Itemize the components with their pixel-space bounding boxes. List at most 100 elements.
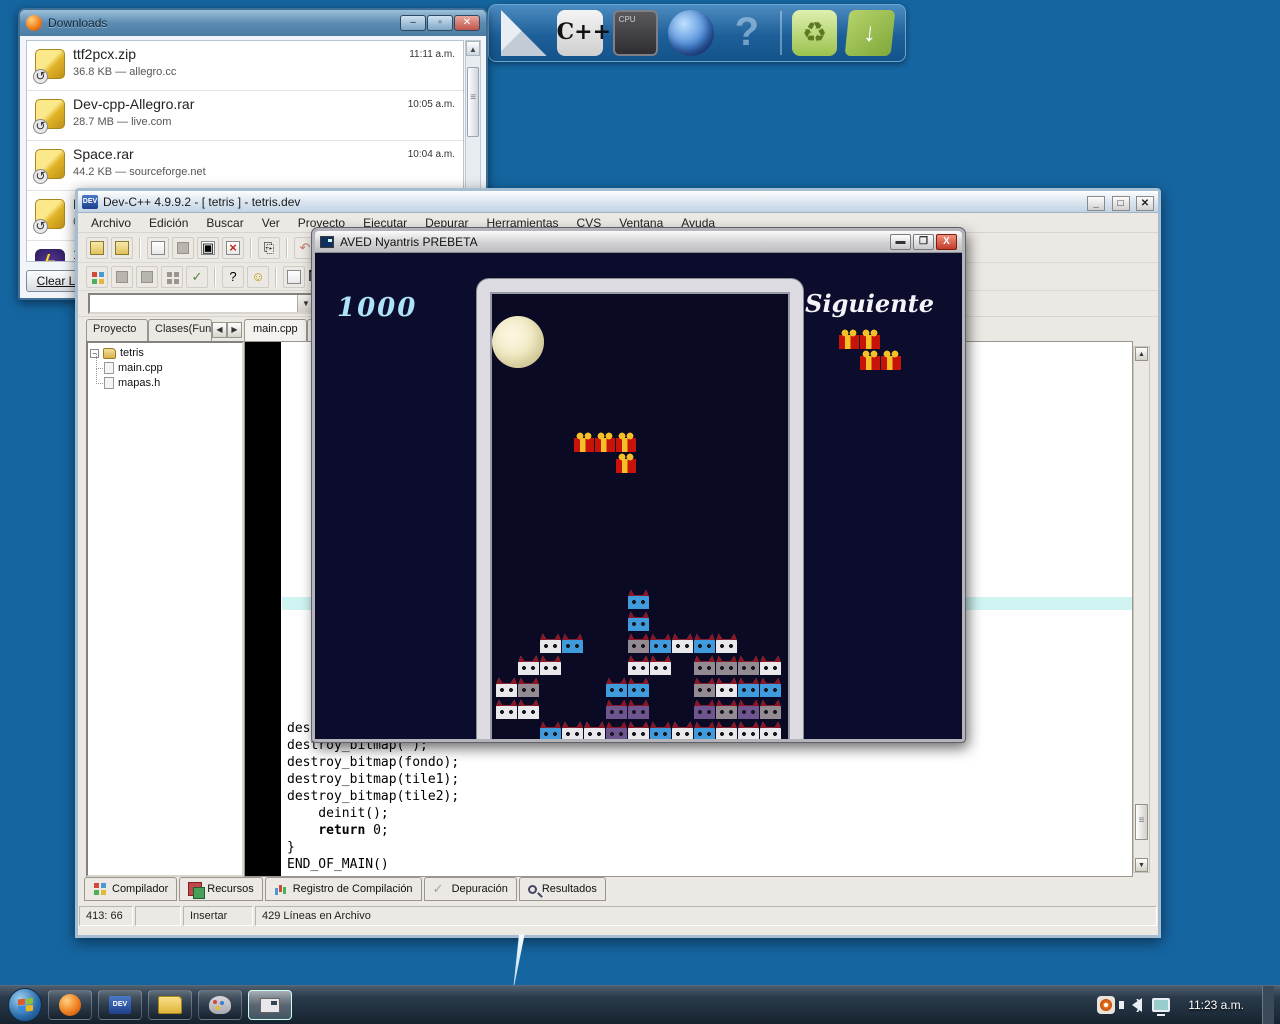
cat-block-w bbox=[650, 655, 671, 675]
draft-dock-icon[interactable] bbox=[501, 10, 547, 56]
cat-block-b bbox=[628, 677, 649, 697]
editor-scrollbar[interactable]: ▲ ▼ bbox=[1133, 346, 1150, 873]
tab-clases[interactable]: Clases(Funcio bbox=[148, 319, 212, 341]
close-button[interactable]: ✕ bbox=[454, 15, 480, 31]
save-all-icon[interactable]: ▣ bbox=[197, 236, 219, 259]
compiler-combobox[interactable]: ▼ bbox=[88, 293, 316, 314]
nyantris-window: AVED Nyantris PREBETA ▬ ❐ X 1000 Siguien… bbox=[311, 227, 966, 743]
menu-ver[interactable]: Ver bbox=[255, 214, 287, 232]
cat-block-w bbox=[716, 677, 737, 697]
tab-main-cpp[interactable]: main.cpp bbox=[244, 319, 307, 341]
maximize-button[interactable]: □ bbox=[1111, 195, 1130, 211]
next-piece-preview bbox=[839, 329, 909, 375]
tree-item-main.cpp[interactable]: main.cpp bbox=[96, 354, 240, 374]
archive-icon bbox=[33, 49, 65, 84]
globe-dock-icon[interactable] bbox=[668, 10, 715, 56]
minimize-button[interactable]: ▬ bbox=[890, 233, 911, 250]
rebuild-icon[interactable] bbox=[161, 265, 183, 288]
taskbar-game-button[interactable] bbox=[248, 990, 292, 1020]
volume-icon[interactable] bbox=[1119, 996, 1143, 1012]
code-text: dest destroy_bitmap( ); destroy_bitmap(fon… bbox=[287, 720, 459, 873]
scroll-up-icon[interactable]: ▲ bbox=[466, 41, 480, 56]
compile-icon[interactable] bbox=[86, 265, 108, 288]
minimize-button[interactable]: – bbox=[400, 15, 426, 31]
close-file-icon[interactable]: × bbox=[222, 236, 244, 259]
show-desktop-button[interactable] bbox=[1262, 985, 1274, 1024]
report-tab-compilador[interactable]: Compilador bbox=[84, 877, 178, 901]
recycle-dock-icon[interactable]: ♻ bbox=[791, 10, 838, 56]
cat-block-w bbox=[738, 721, 759, 739]
download-item[interactable]: Dev-cpp-Allegro.rar 28.7 MB — live.com 10:… bbox=[27, 91, 463, 141]
downloads-titlebar[interactable]: Downloads – ▫ ✕ bbox=[20, 10, 486, 36]
download-time: 10:05 a.m. bbox=[407, 99, 455, 110]
taskbar-devcpp-button[interactable]: DEV bbox=[98, 990, 142, 1020]
lightning-icon: ϟ bbox=[35, 249, 65, 261]
gift-block bbox=[616, 432, 636, 452]
tab-proyecto[interactable]: Proyecto bbox=[86, 319, 148, 341]
maximize-button[interactable]: ▫ bbox=[427, 15, 453, 31]
menu-buscar[interactable]: Buscar bbox=[199, 214, 250, 232]
report-tab-recursos[interactable]: Recursos bbox=[179, 877, 263, 901]
dev-icon: DEV bbox=[109, 996, 131, 1014]
tab-scroll-left-icon[interactable]: ◀ bbox=[212, 322, 227, 338]
scroll-up-icon[interactable]: ▲ bbox=[1135, 347, 1148, 361]
save-icon[interactable] bbox=[172, 236, 194, 259]
minimize-button[interactable]: _ bbox=[1087, 195, 1106, 211]
maximize-button[interactable]: ❐ bbox=[913, 233, 934, 250]
taskbar-folder-button[interactable] bbox=[148, 990, 192, 1020]
taskbar-paint-button[interactable] bbox=[198, 990, 242, 1020]
report-tab-registro-de-compilaci-n[interactable]: Registro de Compilación bbox=[264, 877, 422, 901]
print-icon[interactable]: ⎘ bbox=[258, 236, 280, 259]
new-class-icon[interactable] bbox=[283, 265, 305, 288]
cat-block-b bbox=[628, 589, 649, 609]
tree-item-mapas.h[interactable]: mapas.h bbox=[96, 369, 240, 389]
help-dock-icon[interactable]: ? bbox=[724, 10, 770, 56]
help-icon[interactable]: ? bbox=[222, 265, 244, 288]
report-tab-resultados[interactable]: Resultados bbox=[518, 877, 606, 901]
download-item[interactable]: Space.rar 44.2 KB — sourceforge.net 10:04 … bbox=[27, 141, 463, 191]
menu-archivo[interactable]: Archivo bbox=[84, 214, 138, 232]
cat-block-g bbox=[694, 655, 715, 675]
start-button[interactable] bbox=[8, 988, 42, 1022]
close-button[interactable]: X bbox=[936, 233, 957, 250]
taskbar-clock[interactable]: 11:23 a.m. bbox=[1180, 998, 1252, 1012]
network-icon[interactable] bbox=[1152, 998, 1171, 1016]
menu-edición[interactable]: Edición bbox=[142, 214, 195, 232]
taskbar-firefox-button[interactable] bbox=[48, 990, 92, 1020]
book-dock-icon[interactable]: ↓ bbox=[844, 10, 896, 56]
left-panel-tabs: Proyecto Clases(Funcio ◀ ▶ bbox=[86, 319, 244, 341]
report-tab-label: Registro de Compilación bbox=[292, 883, 413, 895]
close-button[interactable]: ✕ bbox=[1136, 195, 1154, 211]
downloads-title: Downloads bbox=[48, 16, 108, 30]
line-count: 429 Líneas en Archivo bbox=[255, 906, 1157, 926]
tray-app-icon[interactable] bbox=[1097, 996, 1116, 1014]
run-icon[interactable] bbox=[111, 265, 133, 288]
file-icon bbox=[104, 362, 114, 374]
score-display: 1000 bbox=[337, 293, 418, 323]
report-tab-depuraci-n[interactable]: ✓ Depuración bbox=[423, 877, 517, 901]
open-project-icon[interactable] bbox=[111, 236, 133, 259]
new-project-icon[interactable] bbox=[86, 236, 108, 259]
syntax-check-icon[interactable]: ✓ bbox=[186, 265, 208, 288]
grid-icon bbox=[93, 882, 107, 896]
cat-block-w bbox=[562, 721, 583, 739]
nyantris-titlebar[interactable]: AVED Nyantris PREBETA ▬ ❐ X bbox=[315, 231, 962, 253]
tab-scroll-right-icon[interactable]: ▶ bbox=[227, 322, 242, 338]
cat-block-b bbox=[694, 633, 715, 653]
code-line: destroy_bitmap(tile1); bbox=[287, 772, 460, 787]
scrollbar-thumb[interactable] bbox=[467, 67, 479, 137]
cpu-dock-icon[interactable]: CPU bbox=[612, 10, 659, 56]
scrollbar-thumb[interactable] bbox=[1135, 804, 1148, 840]
file-name: main.cpp bbox=[118, 362, 163, 374]
about-icon[interactable]: ☺ bbox=[247, 265, 269, 288]
download-item[interactable]: ttf2pcx.zip 36.8 KB — allegro.cc 11:11 a.m… bbox=[27, 41, 463, 91]
compile-run-icon[interactable] bbox=[136, 265, 158, 288]
gift-block bbox=[574, 432, 594, 452]
cat-block-w bbox=[628, 655, 649, 675]
scroll-down-icon[interactable]: ▼ bbox=[1135, 858, 1148, 872]
devcpp-titlebar[interactable]: DEV Dev-C++ 4.9.9.2 - [ tetris ] - tetri… bbox=[78, 191, 1158, 213]
cat-block-b bbox=[540, 721, 561, 739]
cpp-dock-icon[interactable]: C++ bbox=[556, 10, 611, 56]
tree-root-tetris[interactable]: − tetris bbox=[90, 347, 240, 359]
new-source-icon[interactable] bbox=[147, 236, 169, 259]
